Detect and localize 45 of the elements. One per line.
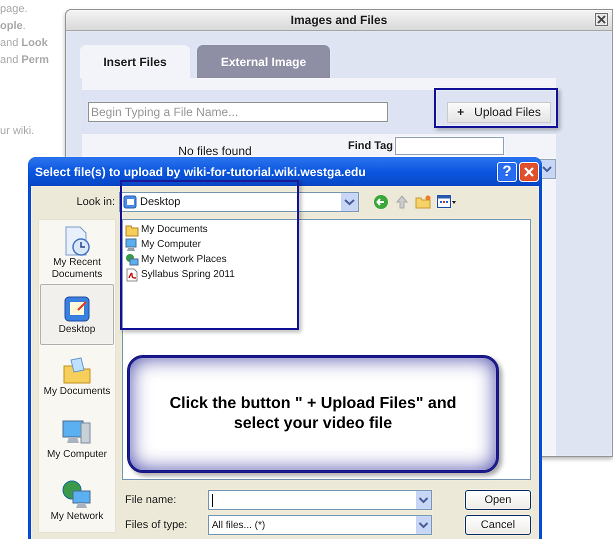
back-icon[interactable] xyxy=(373,194,389,210)
desktop-icon xyxy=(123,195,137,209)
page-text: ople. xyxy=(0,19,27,34)
file-item[interactable]: My Computer xyxy=(141,237,202,252)
page-text: ur wiki. xyxy=(0,124,36,139)
file-name-label: File name: xyxy=(124,492,178,508)
page-text: and Look xyxy=(0,36,49,51)
places-item[interactable]: My Recent Documents xyxy=(40,222,114,284)
upload-files-button[interactable]: + Upload Files xyxy=(447,102,551,122)
places-item[interactable]: My Documents xyxy=(40,346,114,408)
file-name-field[interactable] xyxy=(208,490,432,510)
cancel-button[interactable]: Cancel xyxy=(464,515,531,535)
look-in-dropdown[interactable]: Desktop xyxy=(119,192,359,212)
page-text: and Perm xyxy=(0,53,50,68)
desktop-icon xyxy=(62,294,92,324)
file-type-label: Files of type: xyxy=(124,518,188,533)
file-type-value: All files... (*) xyxy=(212,518,266,532)
file-item[interactable]: My Network Places xyxy=(141,252,227,267)
pdf-file-icon xyxy=(125,268,139,282)
look-in-label: Look in: xyxy=(75,194,116,210)
look-in-value: Desktop xyxy=(140,194,182,210)
places-item[interactable]: Desktop xyxy=(40,284,114,346)
page-text: page. xyxy=(0,2,29,17)
computer-icon xyxy=(125,238,139,252)
network-icon xyxy=(125,252,139,266)
close-icon[interactable] xyxy=(595,13,608,26)
tab[interactable]: Insert Files xyxy=(80,45,190,78)
help-button[interactable]: ? xyxy=(497,162,517,182)
dialog-title: Images and Files xyxy=(290,12,388,29)
file-dialog-title: Select file(s) to upload by wiki-for-tutorial.wiki.westga.edu xyxy=(35,164,367,180)
callout-text: Click the button " + Upload Files" and select your video file xyxy=(168,394,458,434)
file-type-dropdown[interactable]: All files... (*) xyxy=(208,515,432,535)
up-folder-icon[interactable] xyxy=(394,194,410,210)
find-tag-field[interactable] xyxy=(395,137,504,155)
places-item[interactable]: My Network xyxy=(40,470,114,532)
folder-icon xyxy=(125,222,139,236)
new-folder-icon[interactable] xyxy=(415,194,432,210)
open-button[interactable]: Open xyxy=(464,490,531,510)
file-item[interactable]: Syllabus Spring 2011 xyxy=(141,267,235,282)
views-icon[interactable] xyxy=(437,195,457,209)
file-item[interactable]: My Documents xyxy=(141,222,208,237)
search-field[interactable]: Begin Typing a File Name... xyxy=(88,102,388,122)
places-item[interactable]: My Computer xyxy=(40,408,114,470)
find-tag-label: Find Tag xyxy=(348,138,394,154)
documents-folder-icon xyxy=(62,356,92,386)
